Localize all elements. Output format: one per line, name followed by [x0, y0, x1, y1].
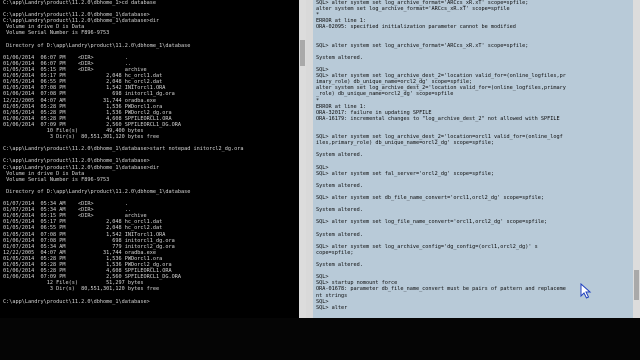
console-line: C:\app\Landry\product\11.2.0\dbhome_1\da… — [3, 298, 150, 305]
scrollbar-thumb[interactable] — [300, 40, 305, 66]
scrollbar-thumb[interactable] — [634, 270, 639, 300]
command-prompt-window[interactable]: C:\app\Landry\product\11.2.0\dbhome_1>cd… — [0, 0, 306, 318]
vertical-scrollbar[interactable] — [299, 0, 306, 318]
console-line: SQL> alter — [316, 304, 348, 311]
mouse-pointer-icon — [580, 283, 592, 299]
sqlplus-window[interactable]: SQL> alter system set log_archive_format… — [313, 0, 640, 318]
window-divider — [306, 0, 313, 318]
vertical-scrollbar[interactable] — [633, 0, 640, 318]
sqlplus-output[interactable]: SQL> alter system set log_archive_format… — [316, 0, 632, 318]
command-prompt-output[interactable]: C:\app\Landry\product\11.2.0\dbhome_1>cd… — [3, 0, 298, 318]
video-letterbox-bar — [0, 318, 640, 360]
